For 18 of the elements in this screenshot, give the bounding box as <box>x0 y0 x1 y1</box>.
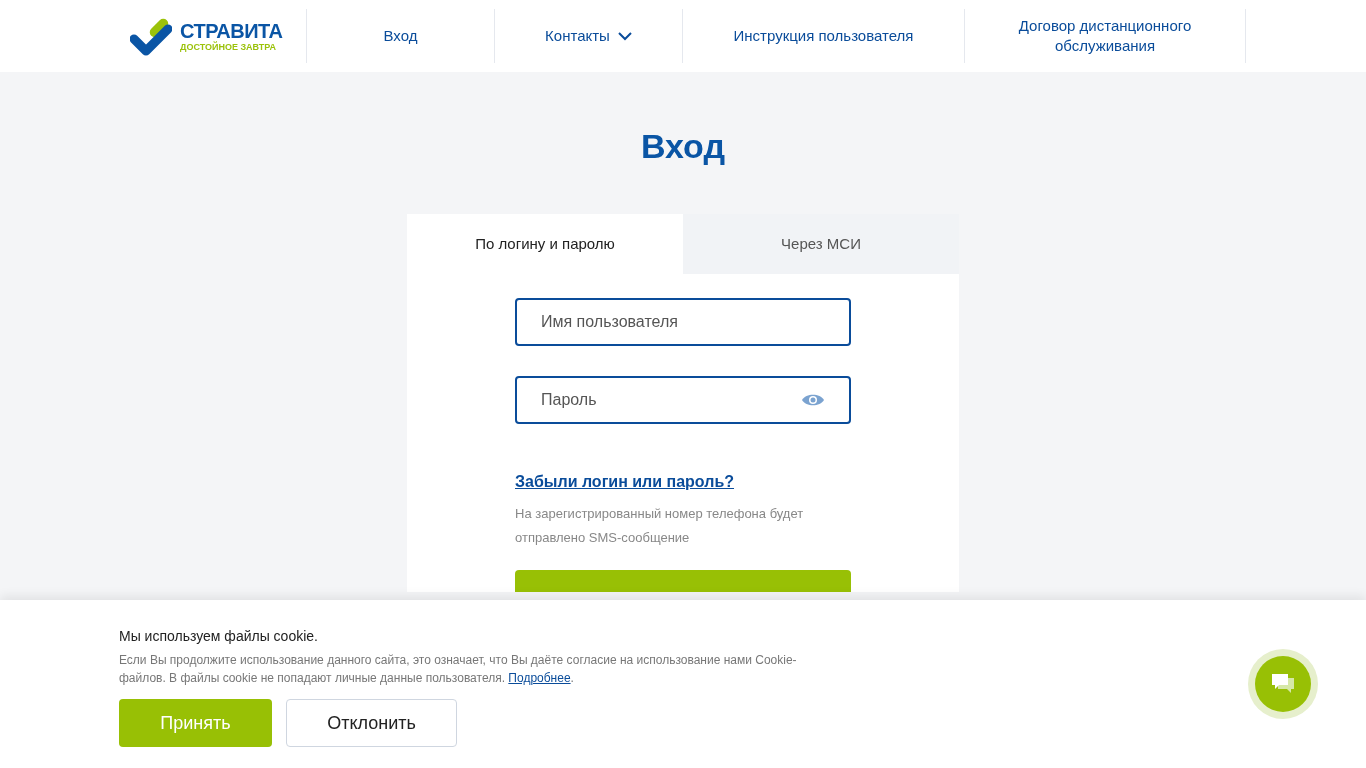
more-link[interactable]: Подробнее <box>508 671 571 685</box>
nav-link[interactable]: Контакты <box>513 26 664 46</box>
nav-link[interactable]: Вход <box>351 26 450 46</box>
cookie-title: Мы используем файлы cookie. <box>119 627 319 646</box>
eye-icon[interactable] <box>801 392 825 408</box>
hint-text: На зарегистрированный номер телефона будет отправлено SMS-сообщение <box>515 505 805 547</box>
chevron-down-icon <box>617 31 632 41</box>
decline-button[interactable]: Отклонить <box>286 699 457 747</box>
page-title: Вход <box>640 126 726 166</box>
nav-link[interactable]: Инструкция пользователя <box>701 26 946 46</box>
password-field[interactable]: Пароль <box>515 376 851 424</box>
cookie-text: Если Вы продолжите использование данного сайта, это означает, что Вы даёте согласие на использование нами Cookie-файлов. В файлы cookie не попадают личные данные пользователя. Подробнее. <box>119 652 798 687</box>
logo-name: СТРАВИТА <box>180 20 283 41</box>
username-field[interactable]: Имя пользователя <box>515 298 851 346</box>
forgot-password-link[interactable]: Забыли логин или пароль? <box>515 470 734 494</box>
tab[interactable]: Через МСИ <box>683 214 959 274</box>
nav-link[interactable]: Договор дистанционного обслуживания <box>965 16 1245 56</box>
logo-tagline: ДОСТОЙНОЕ ЗАВТРА <box>180 42 277 52</box>
